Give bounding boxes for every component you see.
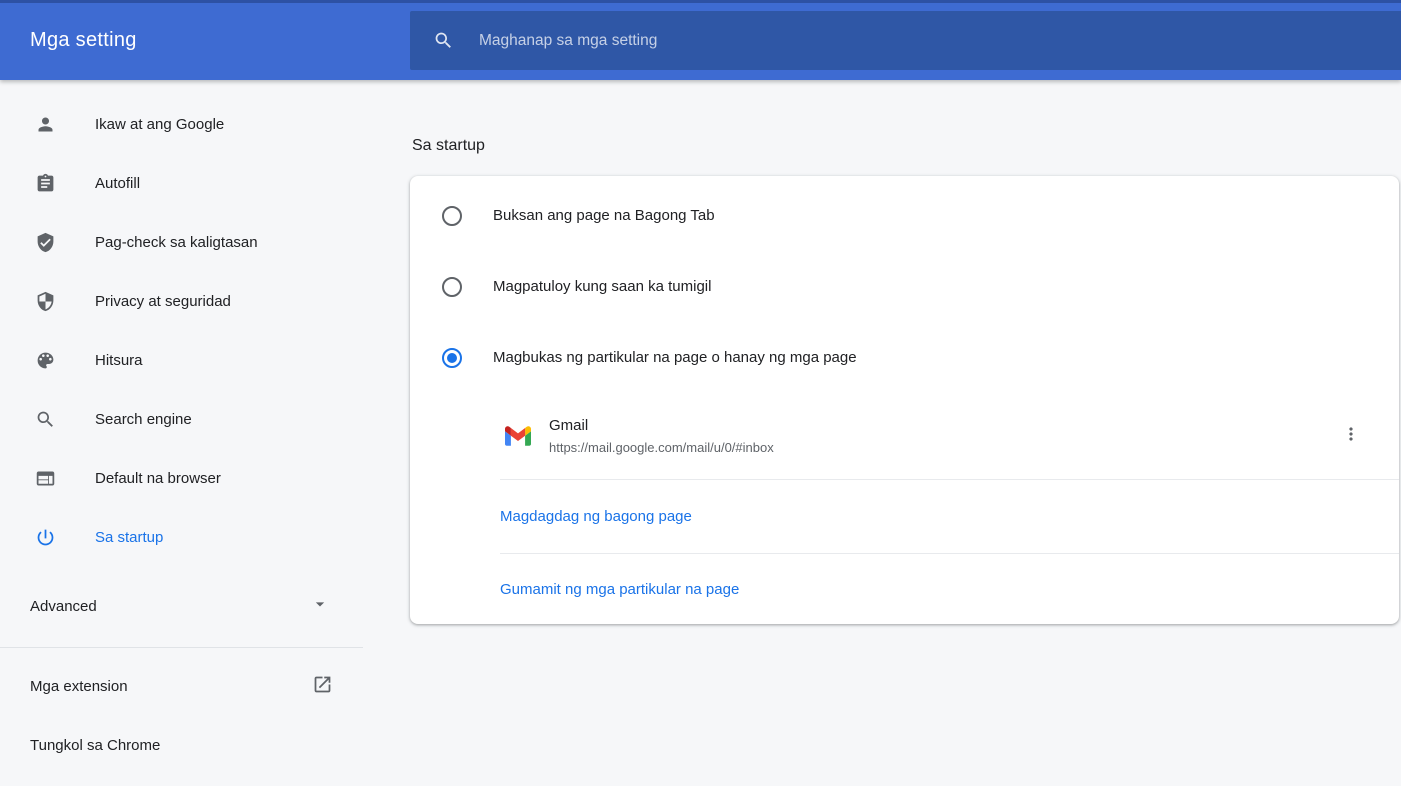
person-icon (33, 112, 57, 136)
page-options-button[interactable] (1333, 418, 1369, 454)
startup-page-info: Gmail https://mail.google.com/mail/u/0/#… (549, 417, 1333, 455)
sidebar-item-mga-extension[interactable]: Mga extension (0, 662, 363, 710)
startup-page-title: Gmail (549, 417, 1333, 434)
about-chrome-label: Tungkol sa Chrome (30, 737, 160, 754)
sidebar-item-ikaw-at-ang-google[interactable]: Ikaw at ang Google (0, 100, 363, 148)
startup-page-url: https://mail.google.com/mail/u/0/#inbox (549, 440, 1333, 455)
window-top-edge (0, 0, 1401, 3)
sidebar-item-privacy-at-seguridad[interactable]: Privacy at seguridad (0, 277, 363, 325)
shield-half-icon (33, 289, 57, 313)
search-icon (433, 30, 454, 51)
advanced-label: Advanced (30, 598, 97, 615)
settings-search-box[interactable] (410, 11, 1401, 70)
sidebar-item-label: Hitsura (95, 352, 143, 369)
shield-check-icon (33, 230, 57, 254)
radio-option-label: Buksan ang page na Bagong Tab (493, 207, 715, 224)
sidebar-menu: Ikaw at ang Google Autofill Pag-check sa… (0, 80, 363, 769)
sidebar-item-label: Default na browser (95, 470, 221, 487)
sidebar-item-label: Ikaw at ang Google (95, 116, 224, 133)
add-new-page-link[interactable]: Magdagdag ng bagong page (500, 508, 692, 525)
header-bar: Mga setting (0, 0, 1401, 80)
radio-option-open-new-tab[interactable]: Buksan ang page na Bagong Tab (410, 180, 1399, 251)
sidebar-item-label: Autofill (95, 175, 140, 192)
settings-sidebar: Ikaw at ang Google Autofill Pag-check sa… (0, 80, 363, 769)
browser-window-icon (33, 466, 57, 490)
extensions-label: Mga extension (30, 678, 128, 695)
search-icon (33, 407, 57, 431)
palette-icon (33, 348, 57, 372)
radio-option-label: Magbukas ng partikular na page o hanay n… (493, 349, 857, 366)
startup-settings-card: Buksan ang page na Bagong Tab Magpatuloy… (410, 176, 1399, 624)
use-current-pages-link[interactable]: Gumamit ng mga partikular na page (500, 581, 739, 598)
sidebar-item-label: Pag-check sa kaligtasan (95, 234, 258, 251)
sidebar-item-default-na-browser[interactable]: Default na browser (0, 454, 363, 502)
sidebar-item-label: Privacy at seguridad (95, 293, 231, 310)
section-title: Sa startup (412, 137, 485, 155)
add-new-page-link-row[interactable]: Magdagdag ng bagong page (410, 480, 1399, 553)
sidebar-item-hitsura[interactable]: Hitsura (0, 336, 363, 384)
sidebar-item-sa-startup[interactable]: Sa startup (0, 513, 363, 561)
sidebar-item-label: Sa startup (95, 529, 163, 546)
sidebar-item-search-engine[interactable]: Search engine (0, 395, 363, 443)
startup-page-row-gmail: Gmail https://mail.google.com/mail/u/0/#… (410, 393, 1399, 479)
sidebar-divider (0, 647, 363, 648)
use-current-pages-link-row[interactable]: Gumamit ng mga partikular na page (410, 554, 1399, 624)
radio-button[interactable] (442, 277, 462, 297)
sidebar-item-advanced[interactable]: Advanced (0, 582, 363, 630)
radio-option-open-specific-pages[interactable]: Magbukas ng partikular na page o hanay n… (410, 322, 1399, 393)
sidebar-item-label: Search engine (95, 411, 192, 428)
radio-option-continue-where-left-off[interactable]: Magpatuloy kung saan ka tumigil (410, 251, 1399, 322)
open-in-new-icon (312, 674, 333, 699)
search-input[interactable] (479, 32, 1401, 50)
chevron-down-icon (310, 594, 330, 618)
power-icon (33, 525, 57, 549)
radio-option-label: Magpatuloy kung saan ka tumigil (493, 278, 711, 295)
sidebar-item-autofill[interactable]: Autofill (0, 159, 363, 207)
radio-button[interactable] (442, 348, 462, 368)
clipboard-icon (33, 171, 57, 195)
radio-button[interactable] (442, 206, 462, 226)
sidebar-item-tungkol-sa-chrome[interactable]: Tungkol sa Chrome (0, 721, 363, 769)
gmail-logo-icon (505, 426, 531, 446)
page-title: Mga setting (30, 0, 137, 80)
kebab-menu-icon (1341, 424, 1361, 449)
sidebar-item-pag-check-sa-kaligtasan[interactable]: Pag-check sa kaligtasan (0, 218, 363, 266)
